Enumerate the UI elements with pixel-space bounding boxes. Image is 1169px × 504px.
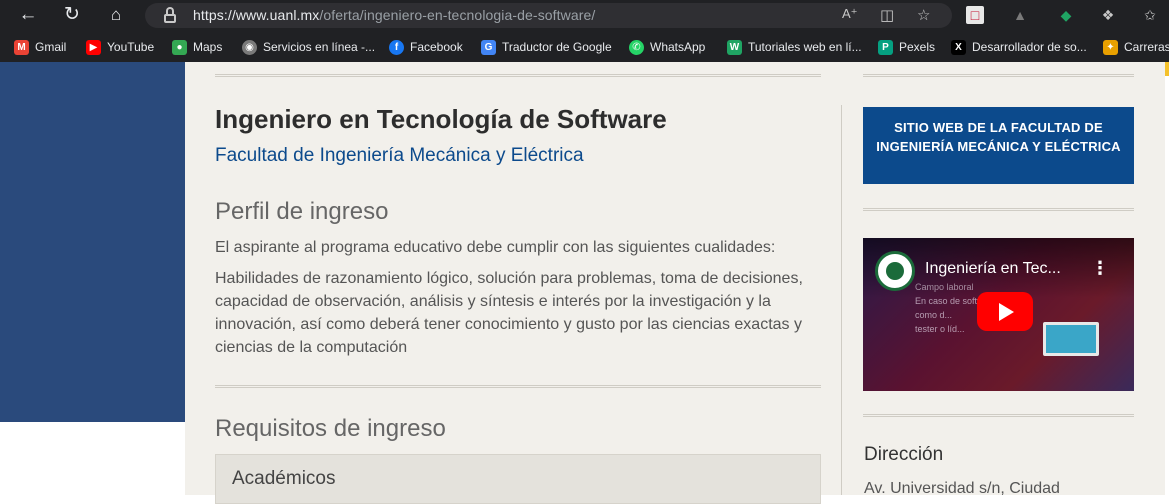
laptop-illustration: [1043, 322, 1099, 356]
video-title[interactable]: Ingeniería en Tec...: [925, 260, 1061, 278]
servicios-icon: ◉: [242, 39, 257, 55]
back-arrow-icon[interactable]: ←: [16, 4, 40, 26]
more-options-icon[interactable]: ⋮: [1091, 258, 1109, 279]
divider: [215, 74, 821, 77]
perfil-heading: Perfil de ingreso: [215, 198, 389, 225]
x-icon: X: [951, 39, 966, 55]
tutoriales-icon: W: [727, 39, 742, 55]
bookmark-carreras[interactable]: ✦ Carreras: [1103, 38, 1169, 56]
divider: [863, 208, 1134, 211]
url-path: /oferta/ingeniero-en-tecnologia-de-softw…: [319, 7, 596, 23]
faculty-link[interactable]: Facultad de Ingeniería Mecánica y Eléctr…: [215, 145, 584, 167]
reload-icon[interactable]: ↻: [60, 4, 84, 26]
extension-icon-green[interactable]: ◆: [1057, 6, 1075, 24]
direccion-text: Av. Universidad s/n, Ciudad: [864, 480, 1060, 497]
carreras-icon: ✦: [1103, 39, 1118, 55]
bookmark-whatsapp[interactable]: ✆ WhatsApp: [629, 38, 705, 56]
bookmark-maps[interactable]: ● Maps: [172, 38, 222, 56]
perfil-body: Habilidades de razonamiento lógico, solu…: [215, 270, 803, 356]
bookmark-tutoriales[interactable]: W Tutoriales web en lí...: [727, 38, 862, 56]
translate-icon: G: [481, 39, 496, 55]
sitio-web-button[interactable]: SITIO WEB DE LA FACULTAD DE INGENIERÍA M…: [863, 107, 1134, 184]
whatsapp-icon: ✆: [629, 39, 644, 55]
browser-toolbar: ← ↻ ⌂ https://www.uanl.mx/oferta/ingenie…: [0, 0, 1169, 31]
bookmark-pexels[interactable]: P Pexels: [878, 38, 935, 56]
perfil-intro: El aspirante al programa educativo debe …: [215, 239, 776, 256]
extension-icon-red[interactable]: □: [966, 6, 984, 24]
bookmark-traductor[interactable]: G Traductor de Google: [481, 38, 612, 56]
bookmark-facebook[interactable]: f Facebook: [389, 38, 463, 56]
main-content: Ingeniero en Tecnología de Software Facu…: [185, 62, 1165, 504]
facebook-icon: f: [389, 39, 404, 55]
address-bar[interactable]: https://www.uanl.mx/oferta/ingeniero-en-…: [145, 3, 952, 28]
url-text[interactable]: https://www.uanl.mx/oferta/ingeniero-en-…: [193, 7, 595, 23]
bookmark-desarrollador[interactable]: X Desarrollador de so...: [951, 38, 1087, 56]
gmail-icon: M: [14, 39, 29, 55]
favorites-icon[interactable]: ✩: [1141, 6, 1159, 24]
requisitos-heading: Requisitos de ingreso: [215, 415, 446, 442]
divider: [215, 385, 821, 388]
split-screen-icon[interactable]: ◫: [880, 6, 894, 24]
youtube-video-embed[interactable]: Campo laboralEn caso de software,como d.…: [863, 238, 1134, 391]
direccion-heading: Dirección: [864, 444, 944, 465]
divider: [863, 74, 1134, 77]
bookmarks-bar: M Gmail ▶ YouTube ● Maps ◉ Servicios en líne…: [0, 31, 1169, 62]
pexels-icon: P: [878, 39, 893, 55]
url-host: https://www.uanl.mx: [193, 7, 320, 23]
bookmark-servicios[interactable]: ◉ Servicios en línea -...: [242, 38, 375, 56]
bookmark-youtube[interactable]: ▶ YouTube: [86, 38, 154, 56]
bookmark-gmail[interactable]: M Gmail: [14, 38, 66, 56]
lock-icon[interactable]: [163, 7, 177, 23]
youtube-icon: ▶: [86, 39, 101, 55]
read-aloud-icon[interactable]: A⁺: [842, 6, 858, 22]
extensions-icon[interactable]: ❖: [1099, 6, 1117, 24]
home-icon[interactable]: ⌂: [104, 4, 128, 26]
play-button-icon[interactable]: [977, 292, 1033, 331]
page-viewport: Ingeniero en Tecnología de Software Facu…: [0, 62, 1169, 504]
maps-icon: ●: [172, 39, 187, 55]
divider: [863, 414, 1134, 417]
academicos-accordion[interactable]: Académicos: [215, 454, 821, 504]
blue-side-panel: [0, 62, 185, 422]
column-divider: [841, 105, 842, 495]
extension-icon-gray[interactable]: ▲: [1011, 6, 1029, 24]
page-title: Ingeniero en Tecnología de Software: [215, 104, 667, 134]
channel-logo-icon[interactable]: [875, 251, 915, 291]
academicos-label: Académicos: [232, 468, 336, 489]
add-favorite-icon[interactable]: ☆: [917, 6, 930, 24]
